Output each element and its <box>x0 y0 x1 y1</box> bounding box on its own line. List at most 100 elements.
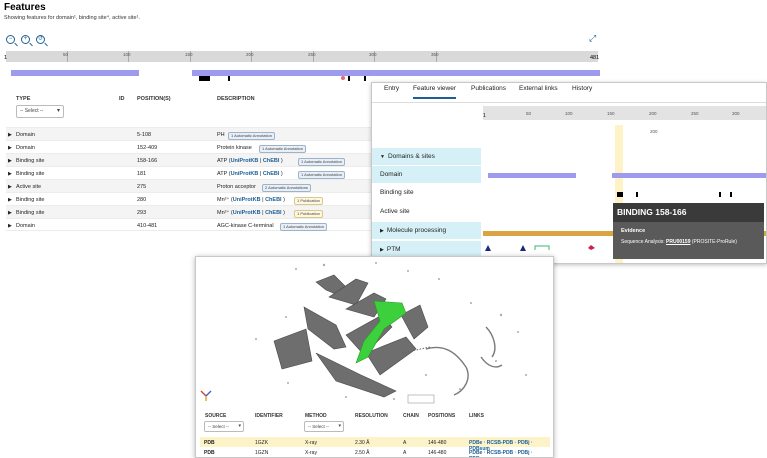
expand-row-icon[interactable]: ▶ <box>8 145 12 151</box>
tab-history[interactable]: History <box>572 85 592 92</box>
ptm-marker-icon <box>485 245 491 251</box>
type-filter-select[interactable]: -- Select -- <box>16 105 64 118</box>
structure-panel: SOURCE IDENTIFIER METHOD RESOLUTION CHAI… <box>195 256 554 458</box>
evidence-badge[interactable]: 1 Automatic Annotation <box>298 158 345 166</box>
ptm-markers[interactable] <box>483 241 633 253</box>
screenshot-root: Features Showing features for domain¹, b… <box>0 0 767 458</box>
col-chain: CHAIN <box>403 413 419 419</box>
ruler-tick-label: 350 <box>431 52 439 57</box>
zoom-out-icon[interactable]: − <box>6 35 15 44</box>
track-label-active-site: Active site <box>372 203 481 220</box>
solvent-dots <box>255 262 527 400</box>
zoom-reset-icon[interactable]: ↺ <box>36 35 45 44</box>
tab-external-links[interactable]: External links <box>519 85 558 92</box>
category-label: Domains & sites <box>387 153 435 160</box>
viewer-tick-label: 300 <box>732 111 740 116</box>
evidence-badge[interactable]: 1 Automatic Annotation <box>280 223 327 231</box>
ruler-tick-label: 200 <box>246 52 254 57</box>
binding-site-marker[interactable] <box>364 76 366 81</box>
binding-site-marker[interactable] <box>228 76 230 81</box>
category-molecule-processing[interactable]: ▶ Molecule processing <box>372 222 481 239</box>
active-site-marker[interactable] <box>341 76 345 80</box>
structure-row[interactable]: PDB 1GZN X-ray 2.50 Å A 146-480 PDBe · R… <box>200 447 550 457</box>
col-source: SOURCE <box>205 413 227 419</box>
category-label: PTM <box>386 246 401 253</box>
track-label: Binding site <box>380 189 414 196</box>
uniprotkb-link[interactable]: UniProtKB <box>233 210 261 216</box>
domain-track-ph[interactable] <box>11 70 139 76</box>
viewer-ruler[interactable]: 50 100 150 200 250 300 <box>483 106 766 120</box>
evidence-badge[interactable]: 1 Automatic Annotation <box>259 145 306 153</box>
row-description: ATP (UniProtKB | ChEBI ) <box>217 171 283 177</box>
publication-badge[interactable]: 1 Publication <box>294 197 323 205</box>
row-positions: 275 <box>137 184 147 190</box>
viewer-binding-marker[interactable] <box>719 192 721 197</box>
viewer-domain-kinase[interactable] <box>612 173 766 178</box>
domain-track-kinase[interactable] <box>192 70 600 76</box>
row-type: Binding site <box>16 158 45 164</box>
ptm-marker-icon <box>520 245 526 251</box>
source-filter-select[interactable]: -- Select -- <box>204 421 244 432</box>
expand-row-icon[interactable]: ▶ <box>8 171 12 177</box>
prosite-link[interactable]: PRU00159 <box>666 239 690 245</box>
expand-icon[interactable]: ⤢ <box>589 34 598 43</box>
tooltip-source: Sequence Analysis: PRU00159 (PROSITE-Pro… <box>613 234 764 245</box>
evidence-badge[interactable]: 2 Automatic Annotations <box>262 184 311 192</box>
tooltip-evidence-label: Evidence <box>621 228 646 234</box>
track-label: Active site <box>380 208 410 215</box>
row-positions: 293 <box>137 210 147 216</box>
position-ruler[interactable]: 50 100 150 200 250 300 350 <box>6 51 598 62</box>
method-filter-select[interactable]: -- Select -- <box>304 421 344 432</box>
chebi-link[interactable]: ChEBI <box>265 197 282 203</box>
row-description-text: Mn²⁺ ( <box>217 210 233 216</box>
binding-site-marker[interactable] <box>199 76 210 81</box>
ruler-end: 481 <box>590 55 600 61</box>
row-description: Proton acceptor <box>217 184 256 190</box>
row-links[interactable]: PDBe · RCSB-PDB · PDBj · PDBsum <box>469 450 550 457</box>
col-description: DESCRIPTION <box>217 96 255 102</box>
structure-row[interactable]: PDB 1GZK X-ray 2.30 Å A 146-480 PDBe · R… <box>200 437 550 452</box>
chebi-link[interactable]: ChEBI <box>263 158 280 164</box>
chebi-link[interactable]: ChEBI <box>263 171 280 177</box>
col-positions: POSITIONS <box>428 413 456 419</box>
row-positions: 146-480 <box>428 440 447 446</box>
row-type: Active site <box>16 184 42 190</box>
tab-publications[interactable]: Publications <box>471 85 506 92</box>
uniprotkb-link[interactable]: UniProtKB <box>231 158 259 164</box>
disulfide-bond-icon <box>534 245 550 250</box>
uniprotkb-link[interactable]: UniProtKB <box>231 171 259 177</box>
binding-site-marker[interactable] <box>348 76 350 81</box>
chebi-link[interactable]: ChEBI <box>265 210 282 216</box>
viewer-binding-marker[interactable] <box>730 192 732 197</box>
row-type: Domain <box>16 132 35 138</box>
evidence-badge[interactable]: 1 Automatic Annotation <box>228 132 275 140</box>
protein-3d-viewer[interactable] <box>196 257 553 407</box>
beta-sheets <box>273 274 429 398</box>
viewer-binding-marker[interactable] <box>636 192 638 197</box>
expand-row-icon[interactable]: ▶ <box>8 184 12 190</box>
expand-row-icon[interactable]: ▶ <box>8 223 12 229</box>
link-close: ) <box>279 171 283 177</box>
viewer-domain-ph[interactable] <box>488 173 576 178</box>
expand-row-icon[interactable]: ▶ <box>8 210 12 216</box>
expand-row-icon[interactable]: ▶ <box>8 197 12 203</box>
row-positions: 5-108 <box>137 132 152 138</box>
feature-tooltip: BINDING 158-166 Evidence Sequence Analys… <box>613 203 764 259</box>
track-label-domain: Domain <box>372 166 481 183</box>
expand-row-icon[interactable]: ▶ <box>8 158 12 164</box>
row-source: PDB <box>204 450 215 456</box>
category-domains-sites[interactable]: ▼ Domains & sites <box>372 148 481 165</box>
uniprotkb-link[interactable]: UniProtKB <box>233 197 261 203</box>
category-label: Molecule processing <box>386 227 447 234</box>
viewer-binding-marker[interactable] <box>617 192 623 197</box>
evidence-badge[interactable]: 1 Automatic Annotation <box>298 171 345 179</box>
tab-entry[interactable]: Entry <box>384 85 399 92</box>
publication-badge[interactable]: 1 Publication <box>294 210 323 218</box>
row-positions: 181 <box>137 171 147 177</box>
row-description: AGC-kinase C-terminal <box>217 223 274 229</box>
zoom-in-icon[interactable]: + <box>21 35 30 44</box>
tab-feature-viewer[interactable]: Feature viewer <box>413 85 456 99</box>
row-type: Binding site <box>16 171 45 177</box>
ruler-tick-label: 300 <box>369 52 377 57</box>
expand-row-icon[interactable]: ▶ <box>8 132 12 138</box>
